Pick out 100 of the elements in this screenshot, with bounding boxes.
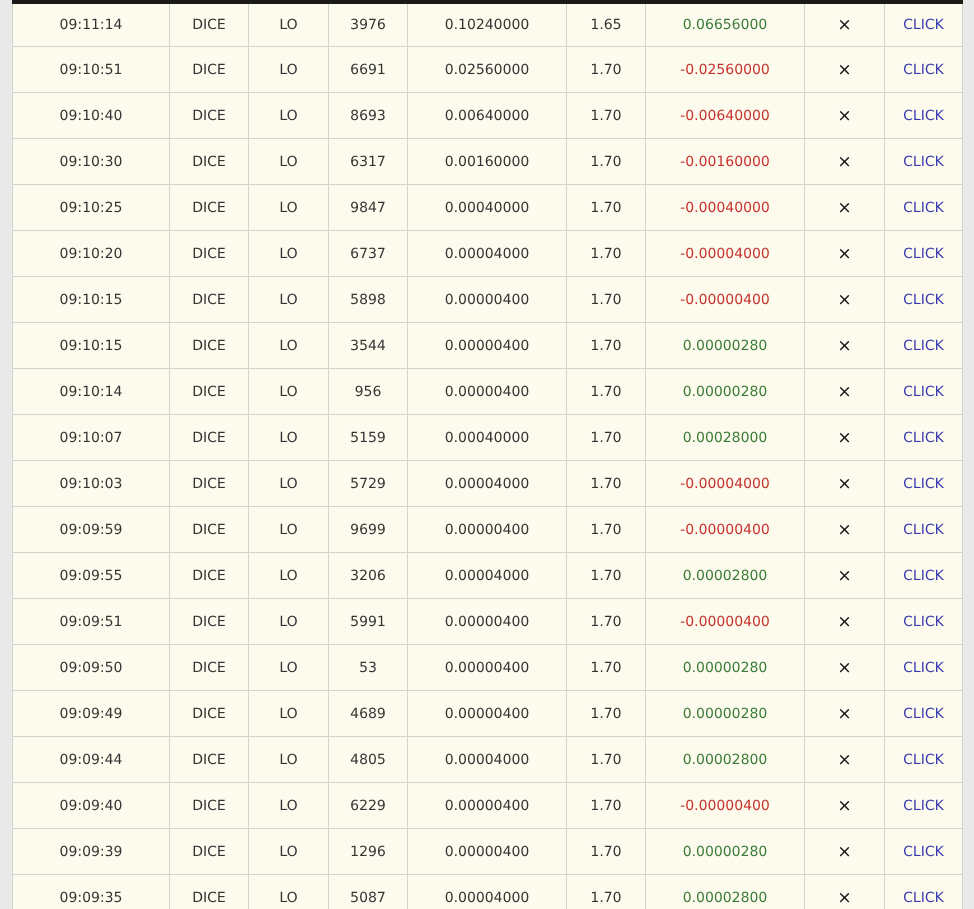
profit-cell: -0.00160000 [646,139,805,184]
time-cell: 09:09:49 [12,691,170,736]
game-cell: DICE [170,645,249,690]
click-link[interactable]: CLICK [903,660,944,676]
time-cell: 09:09:44 [12,737,170,782]
cross-mark: × [805,47,885,92]
payout-cell: 1.70 [567,277,646,322]
bet-cell: LO [249,599,329,644]
game-cell: DICE [170,829,249,874]
roll-cell: 4805 [329,737,408,782]
click-link[interactable]: CLICK [903,522,944,538]
cross-mark: × [805,415,885,460]
amount-cell: 0.10240000 [408,4,567,46]
amount-cell: 0.00004000 [408,231,567,276]
bet-cell: LO [249,231,329,276]
amount-cell: 0.00000400 [408,599,567,644]
game-cell: DICE [170,185,249,230]
click-link[interactable]: CLICK [903,154,944,170]
amount-cell: 0.00640000 [408,93,567,138]
amount-cell: 0.00000400 [408,369,567,414]
click-link[interactable]: CLICK [903,62,944,78]
cross-mark: × [805,829,885,874]
bet-cell: LO [249,185,329,230]
click-link[interactable]: CLICK [903,890,944,906]
roll-cell: 5898 [329,277,408,322]
roll-cell: 6691 [329,47,408,92]
cross-mark: × [805,323,885,368]
profit-cell: 0.00000280 [646,691,805,736]
time-cell: 09:09:50 [12,645,170,690]
cross-mark: × [805,737,885,782]
time-cell: 09:10:14 [12,369,170,414]
click-link[interactable]: CLICK [903,430,944,446]
payout-cell: 1.70 [567,415,646,460]
game-cell: DICE [170,553,249,598]
time-cell: 09:10:51 [12,47,170,92]
profit-cell: 0.00000280 [646,645,805,690]
amount-cell: 0.00000400 [408,691,567,736]
amount-cell: 0.02560000 [408,47,567,92]
click-link[interactable]: CLICK [903,752,944,768]
time-cell: 09:11:14 [12,4,170,46]
bet-cell: LO [249,829,329,874]
roll-cell: 5991 [329,599,408,644]
bet-cell: LO [249,93,329,138]
time-cell: 09:09:55 [12,553,170,598]
click-link[interactable]: CLICK [903,338,944,354]
roll-cell: 3206 [329,553,408,598]
click-link[interactable]: CLICK [903,476,944,492]
roll-cell: 6317 [329,139,408,184]
amount-cell: 0.00040000 [408,185,567,230]
bet-cell: LO [249,139,329,184]
game-cell: DICE [170,875,249,909]
bet-cell: LO [249,415,329,460]
game-cell: DICE [170,737,249,782]
amount-cell: 0.00040000 [408,415,567,460]
click-link[interactable]: CLICK [903,798,944,814]
amount-cell: 0.00000400 [408,323,567,368]
amount-cell: 0.00000400 [408,783,567,828]
roll-cell: 3976 [329,4,408,46]
click-link[interactable]: CLICK [903,108,944,124]
time-cell: 09:09:40 [12,783,170,828]
roll-cell: 1296 [329,829,408,874]
game-cell: DICE [170,691,249,736]
click-link[interactable]: CLICK [903,17,944,33]
cross-mark: × [805,553,885,598]
cross-mark: × [805,139,885,184]
cross-mark: × [805,599,885,644]
bet-cell: LO [249,369,329,414]
game-cell: DICE [170,783,249,828]
time-cell: 09:10:25 [12,185,170,230]
amount-cell: 0.00000400 [408,829,567,874]
click-link[interactable]: CLICK [903,292,944,308]
profit-cell: 0.00000280 [646,829,805,874]
profit-cell: -0.02560000 [646,47,805,92]
payout-cell: 1.70 [567,783,646,828]
click-link[interactable]: CLICK [903,706,944,722]
profit-cell: -0.00000400 [646,783,805,828]
roll-cell: 8693 [329,93,408,138]
click-link[interactable]: CLICK [903,384,944,400]
payout-cell: 1.70 [567,93,646,138]
amount-cell: 0.00000400 [408,507,567,552]
cross-mark: × [805,369,885,414]
time-cell: 09:10:30 [12,139,170,184]
roll-cell: 3544 [329,323,408,368]
payout-cell: 1.70 [567,461,646,506]
payout-cell: 1.70 [567,369,646,414]
payout-cell: 1.70 [567,47,646,92]
payout-cell: 1.70 [567,737,646,782]
cross-mark: × [805,185,885,230]
bet-cell: LO [249,875,329,909]
click-link[interactable]: CLICK [903,246,944,262]
click-link[interactable]: CLICK [903,844,944,860]
payout-cell: 1.70 [567,691,646,736]
click-link[interactable]: CLICK [903,614,944,630]
click-link[interactable]: CLICK [903,568,944,584]
profit-cell: -0.00000400 [646,599,805,644]
roll-cell: 956 [329,369,408,414]
click-link[interactable]: CLICK [903,200,944,216]
bet-cell: LO [249,323,329,368]
time-cell: 09:10:20 [12,231,170,276]
profit-cell: -0.00000400 [646,507,805,552]
